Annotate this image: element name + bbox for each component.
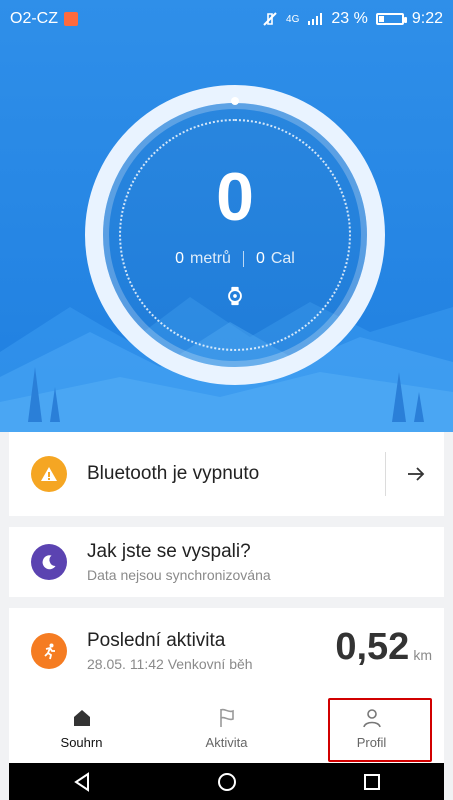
- arrow-right-icon[interactable]: [404, 462, 428, 486]
- daily-summary-hero: 0 0 metrů 0 Cal: [0, 0, 453, 432]
- home-circle-icon[interactable]: [215, 770, 239, 794]
- steps-value: 0: [216, 159, 254, 235]
- metrics-separator: [242, 251, 244, 267]
- tab-profil[interactable]: Profil: [299, 694, 444, 763]
- signal-icon: [307, 12, 323, 26]
- distance-value: 0: [175, 250, 185, 267]
- runner-icon: [31, 633, 67, 669]
- tab-aktivita[interactable]: Aktivita: [154, 694, 299, 763]
- carrier-label: O2-CZ: [10, 10, 58, 27]
- watch-icon: [228, 286, 242, 306]
- back-icon[interactable]: [70, 770, 94, 794]
- sleep-question: Jak jste se vyspali?: [87, 541, 251, 562]
- home-icon: [73, 710, 90, 726]
- card-divider: [385, 452, 386, 496]
- activity-distance: 0,52 km: [335, 626, 432, 669]
- calories-value: 0: [255, 250, 265, 267]
- ring-dotted-track: [119, 119, 351, 351]
- last-activity-details: 28.05. 11:42 Venkovní běh: [87, 656, 253, 672]
- system-navigation-bar: [9, 763, 444, 800]
- bluetooth-status-text: Bluetooth je vypnuto: [87, 463, 260, 484]
- notification-icon: [64, 12, 78, 26]
- sleep-card[interactable]: z Jak jste se vyspali? Data nejsou synch…: [9, 527, 444, 597]
- tab-souhrn-label: Souhrn: [60, 735, 103, 750]
- flag-icon: [219, 708, 234, 727]
- recents-icon[interactable]: [360, 770, 384, 794]
- vibrate-off-icon: [262, 11, 278, 27]
- app-root: 0 0 metrů 0 Cal O2-CZ 4G 23 % 9:22 Bluet…: [0, 0, 453, 800]
- activity-distance-unit: km: [413, 647, 432, 663]
- activity-distance-value: 0,52: [335, 626, 410, 668]
- battery-icon: [375, 13, 407, 25]
- bottom-navigation: Souhrn Aktivita Profil: [9, 694, 444, 763]
- tab-aktivita-label: Aktivita: [205, 735, 248, 750]
- clock: 9:22: [411, 10, 443, 27]
- bluetooth-card[interactable]: Bluetooth je vypnuto: [9, 432, 444, 516]
- distance-unit: metrů: [190, 250, 231, 267]
- status-bar: O2-CZ 4G 23 % 9:22: [0, 0, 453, 38]
- tab-souhrn[interactable]: Souhrn: [9, 694, 154, 763]
- last-activity-title: Poslední aktivita: [87, 630, 226, 651]
- last-activity-card[interactable]: Poslední aktivita 28.05. 11:42 Venkovní …: [9, 608, 444, 694]
- moon-icon: z: [31, 544, 67, 580]
- progress-dot: [231, 97, 239, 105]
- warning-icon: [31, 456, 67, 492]
- sleep-sync-status: Data nejsou synchronizována: [87, 567, 271, 583]
- battery-percent: 23 %: [331, 10, 368, 27]
- steps-ring[interactable]: 0 0 metrů 0 Cal: [85, 85, 385, 385]
- user-icon: [362, 709, 381, 728]
- metrics-row: 0 metrů 0 Cal: [85, 250, 385, 268]
- svg-text:z: z: [50, 557, 53, 563]
- network-type: 4G: [286, 13, 300, 25]
- tab-profil-label: Profil: [356, 735, 387, 750]
- calories-unit: Cal: [270, 250, 295, 267]
